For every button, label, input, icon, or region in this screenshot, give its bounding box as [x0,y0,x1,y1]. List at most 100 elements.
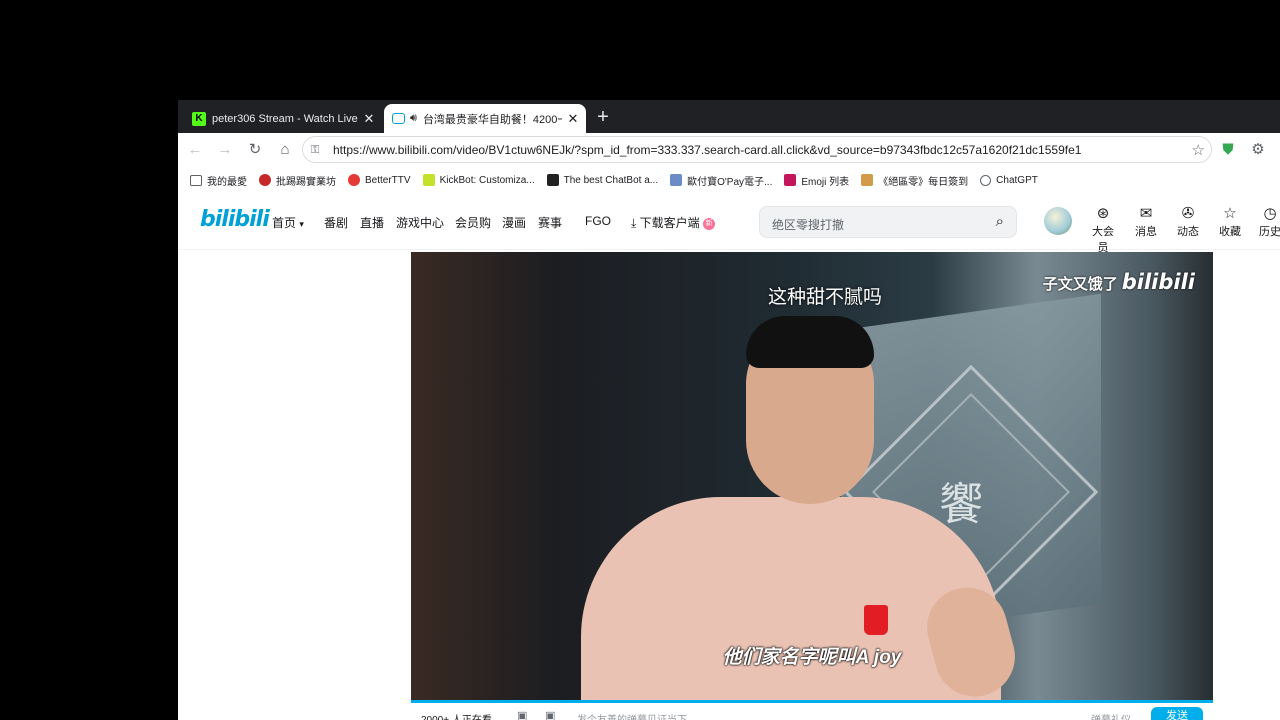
bookmark-label: KickBot: Customiza... [439,174,535,186]
danmu-etiquette-link[interactable]: 弹幕礼仪 [1091,711,1131,720]
vip-label: 大会员 [1092,226,1114,254]
tab-strip: K peter306 Stream - Watch Live on Kick ✕… [178,100,1280,133]
kickbot-icon [422,174,435,186]
nav-anime[interactable]: 番剧 [324,214,348,231]
chevron-down-icon: ▾ [299,219,304,229]
watermark: 子文又饿了 bilibili [1043,270,1195,294]
bookmark-label: 《絕區零》每日簽到 [878,176,969,188]
nav-game-center[interactable]: 游戏中心 [396,214,444,231]
star-icon: ☆ [1223,205,1237,222]
viewer-count: 2000+ 人正在看 [421,711,492,720]
watermark-name: 子文又饿了 [1042,276,1118,293]
chatbot-icon [546,174,559,186]
bookmark-label: Emoji 列表 [801,176,850,188]
extensions-puzzle-icon[interactable]: ⚙ [1248,140,1268,160]
bookmark-item[interactable]: KickBot: Customiza... [422,174,535,186]
vip-button[interactable]: ⊛ 大会员 [1088,205,1118,255]
favorite-button[interactable]: ☆ 收藏 [1215,205,1245,239]
browser-window: K peter306 Stream - Watch Live on Kick ✕… [178,100,1280,720]
tab-title: peter306 Stream - Watch Live on Kick [212,112,358,125]
bookmark-item[interactable]: The best ChatBot a... [546,174,659,186]
bookmarks-bar: 我的最愛 批踢踢實業坊 BetterTTV KickBot: Customiza… [178,167,1280,193]
watermark-logo: bilibili [1121,270,1195,294]
bookmark-label: 歐付寶O'Pay電子... [687,176,773,188]
sign-character: 饗 [939,479,983,530]
danmu-bar: 2000+ 人正在看 ▣ ▣ 发个友善的弹幕见证当下 弹幕礼仪 发送 [411,700,1213,720]
message-label: 消息 [1135,226,1157,238]
new-tab-button[interactable]: + [592,106,614,128]
subtitle-bottom: 他们家名字呢叫A joy [722,647,902,668]
opay-icon [670,174,683,186]
download-label: 下载客户端 [639,216,700,230]
bookmark-item[interactable]: BetterTTV [348,174,411,186]
bilibili-tv-icon [392,113,405,124]
shield-extension-icon[interactable]: ⛊ [1218,140,1238,160]
back-arrow-icon[interactable]: ← [185,140,205,160]
forward-arrow-icon[interactable]: → [215,140,235,160]
bookmark-item[interactable]: Emoji 列表 [784,173,849,188]
nav-label: 首页 [272,216,297,230]
bookmark-label: 我的最愛 [207,176,247,188]
url-text[interactable]: https://www.bilibili.com/video/BV1ctuw6N… [333,143,1081,157]
bookmark-folder[interactable]: 我的最愛 [190,173,247,188]
clock-icon: ◷ [1263,205,1277,222]
dynamic-button[interactable]: ✇ 动态 [1173,205,1203,239]
nav-live[interactable]: 直播 [360,214,384,231]
ptt-icon [259,174,271,186]
new-badge: 新 [703,217,716,230]
tab-title: 台湾最贵豪华自助餐！4200一位 [422,113,562,126]
nav-esports[interactable]: 赛事 [538,214,562,231]
mail-icon: ✉ [1139,205,1153,222]
zzz-icon [861,174,874,186]
bookmark-label: 批踢踢實業坊 [276,176,336,188]
close-icon[interactable]: ✕ [566,111,580,127]
search-icon[interactable]: ⌕ [996,213,1004,230]
danmu-input[interactable]: 发个友善的弹幕见证当下 [577,711,687,720]
close-icon[interactable]: ✕ [362,111,376,127]
history-label: 历史 [1259,226,1280,238]
download-client-link[interactable]: ⤓ 下载客户端 新 [631,214,716,231]
folder-icon [190,174,202,186]
history-button[interactable]: ◷ 历史 [1255,205,1280,239]
bilibili-logo[interactable]: bilibili [200,207,270,232]
vip-icon: ⊛ [1096,205,1110,222]
site-header: bilibili 首页 ▾ 番剧 直播 游戏中心 会员购 漫画 赛事 FGO ⤓… [178,197,1280,254]
speaker-icon[interactable]: 🔊︎ [410,112,417,125]
bookmark-star-icon[interactable]: ☆ [1192,141,1205,159]
message-button[interactable]: ✉ 消息 [1131,205,1161,239]
home-icon[interactable]: ⌂ [275,140,295,160]
send-button[interactable]: 发送 [1151,707,1203,720]
person-hair [746,316,874,368]
tab-bilibili[interactable]: 🔊︎ 台湾最贵豪华自助餐！4200一位 ✕ [384,104,586,133]
nav-manga[interactable]: 漫画 [502,214,526,231]
bookmark-item[interactable]: 《絕區零》每日簽到 [861,173,968,188]
favorite-label: 收藏 [1219,226,1241,238]
nav-fgo[interactable]: FGO [585,214,611,228]
danmu-settings-icon[interactable]: ▣ [545,709,555,720]
search-input[interactable]: 绝区零搜打撤 [772,216,844,233]
bookmark-label: ChatGPT [996,174,1038,186]
avatar[interactable] [1044,207,1072,235]
bookmark-label: The best ChatBot a... [563,174,659,186]
reload-icon[interactable]: ↻ [245,140,265,160]
emoji-icon [784,174,797,186]
bookmark-item[interactable]: 批踢踢實業坊 [259,173,336,188]
search-box[interactable]: 绝区零搜打撤 ⌕ [759,206,1017,238]
kick-logo-icon: K [192,111,206,126]
nav-mall[interactable]: 会员购 [455,214,491,231]
browser-toolbar: ← → ↻ ⌂ ⚿ https://www.bilibili.com/video… [178,133,1280,167]
site-info-icon[interactable]: ⚿ [311,144,321,156]
bookmark-label: BetterTTV [365,174,411,186]
download-icon: ⤓ [631,216,637,230]
tab-kick[interactable]: K peter306 Stream - Watch Live on Kick ✕ [184,104,382,133]
danmu-toggle-icon[interactable]: ▣ [517,709,527,720]
bookmark-item[interactable]: ChatGPT [980,174,1038,186]
dynamic-label: 动态 [1177,226,1199,238]
address-bar[interactable]: ⚿ https://www.bilibili.com/video/BV1ctuw… [302,136,1212,163]
fries-logo-icon [864,605,888,635]
video-player[interactable]: 饗 这种甜不腻吗 子文又饿了 bilibili 他们家名字呢叫A joy [411,252,1213,700]
wind-icon: ✇ [1181,205,1195,222]
chatgpt-icon [980,174,992,186]
bookmark-item[interactable]: 歐付寶O'Pay電子... [670,173,772,188]
nav-home[interactable]: 首页 ▾ [272,214,304,231]
